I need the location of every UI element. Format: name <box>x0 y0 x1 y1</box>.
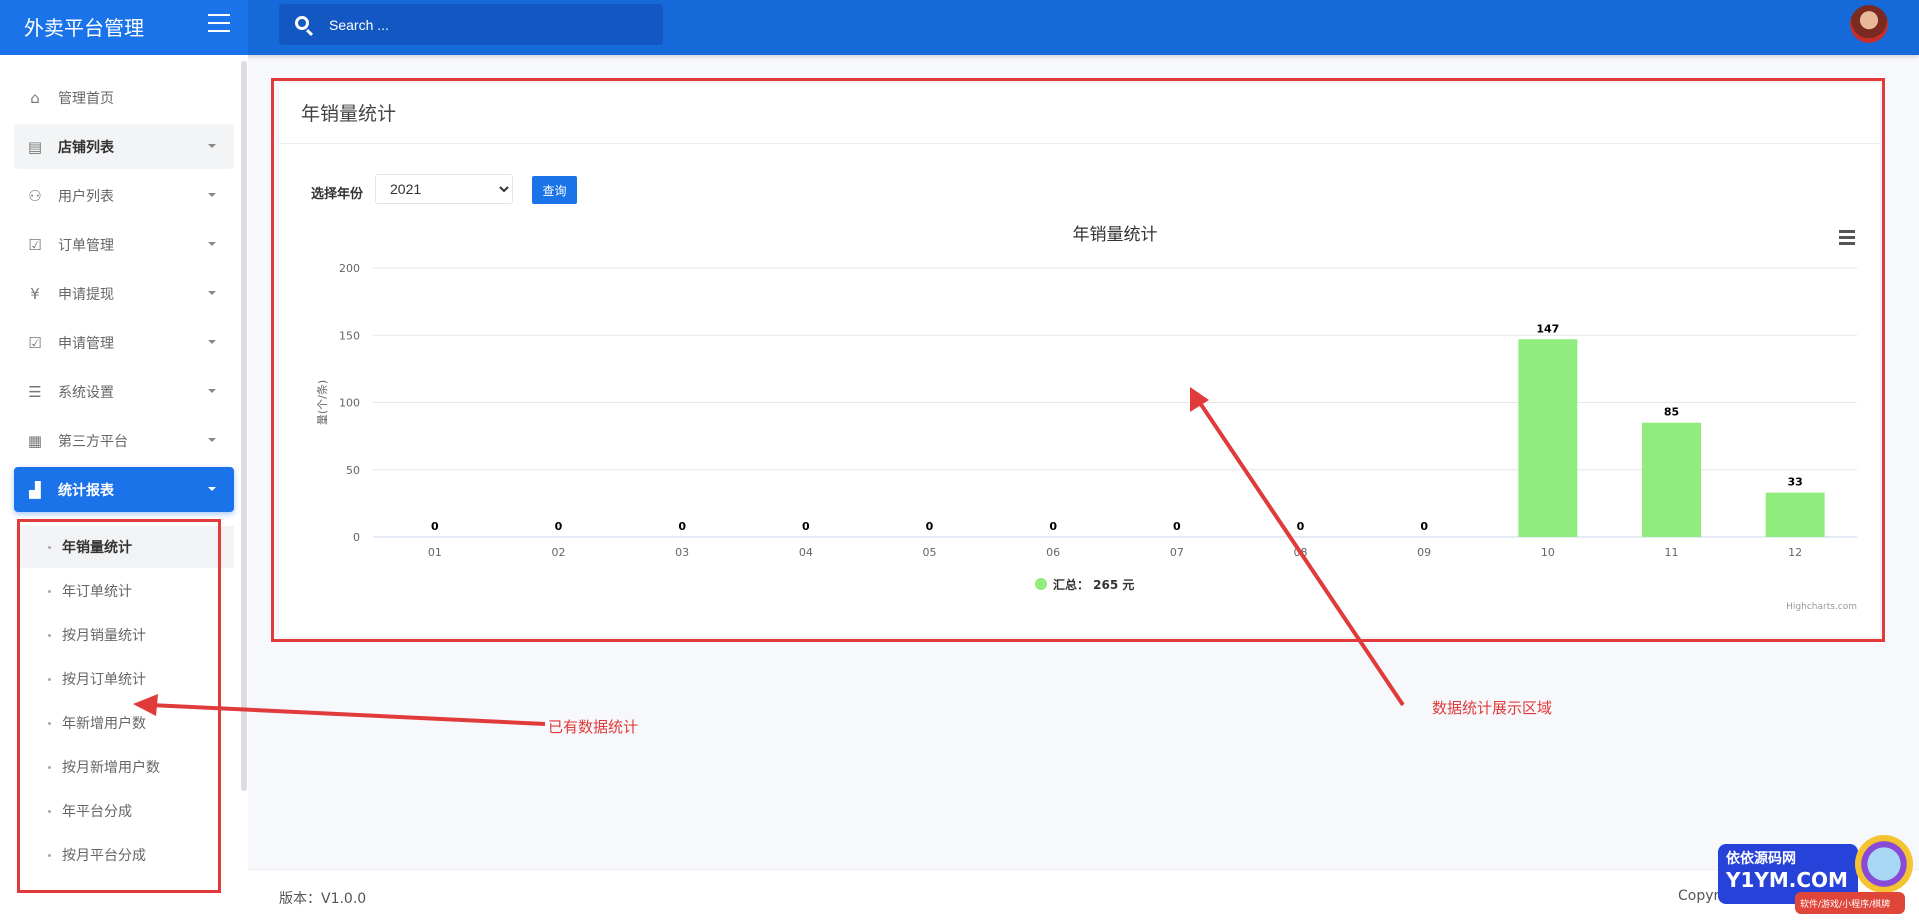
caret-down-icon <box>208 242 216 250</box>
annotation-sidebar-note: 已有数据统计 <box>548 718 639 736</box>
sidebar-item-7[interactable]: ☰ 系统设置 <box>14 369 234 414</box>
sidebar-item-label: 订单管理 <box>58 237 114 254</box>
magnifier-icon <box>1855 835 1913 893</box>
clipboard-check-icon: ☑ <box>28 333 42 352</box>
annotation-box-main <box>271 78 1885 642</box>
sidebar-item-label: 第三方平台 <box>58 433 128 450</box>
search-box[interactable] <box>279 4 663 45</box>
store-icon: ▤ <box>27 137 43 156</box>
sidebar-item-label: 申请提现 <box>58 286 114 303</box>
grid-icon: ▦ <box>27 431 43 450</box>
annotation-main-note: 数据统计展示区域 <box>1432 699 1553 717</box>
sidebar-item-6[interactable]: ☑ 申请管理 <box>14 320 234 365</box>
users-icon: ⚇ <box>28 186 42 205</box>
search-icon <box>295 16 309 30</box>
sidebar-item-label: 系统设置 <box>58 384 114 401</box>
sidebar-item-label: 统计报表 <box>58 482 114 499</box>
version-text: 版本：V1.0.0 <box>279 891 367 907</box>
sidebar-item-3[interactable]: ⚇ 用户列表 <box>14 173 234 218</box>
yen-icon: ¥ <box>30 284 40 303</box>
avatar[interactable] <box>1850 5 1888 43</box>
sidebar-item-4[interactable]: ☑ 订单管理 <box>14 222 234 267</box>
sidebar-item-1[interactable]: ⌂ 管理首页 <box>14 75 234 120</box>
brand: 外卖平台管理 <box>0 0 248 55</box>
sliders-icon: ☰ <box>28 382 42 401</box>
watermark-line3: 软件/游戏/小程序/棋牌 <box>1795 892 1905 914</box>
annotation-box-sidebar <box>17 519 221 893</box>
watermark-line1: 依依源码网 <box>1726 851 1796 867</box>
sidebar-item-label: 申请管理 <box>58 335 114 352</box>
sidebar-item-2[interactable]: ▤ 店铺列表 <box>14 124 234 169</box>
caret-down-icon <box>208 340 216 348</box>
sidebar-item-8[interactable]: ▦ 第三方平台 <box>14 418 234 463</box>
caret-down-icon <box>208 389 216 397</box>
sidebar-item-label: 管理首页 <box>58 90 114 107</box>
caret-down-icon <box>208 487 216 495</box>
search-input[interactable] <box>329 4 649 45</box>
watermark-logo: 依依源码网 Y1YM.COM 软件/游戏/小程序/棋牌 <box>1700 830 1919 920</box>
hamburger-menu-icon[interactable] <box>208 14 230 32</box>
brand-title: 外卖平台管理 <box>24 16 144 40</box>
sidebar-item-label: 店铺列表 <box>58 139 114 156</box>
top-header: 外卖平台管理 <box>0 0 1919 55</box>
caret-down-icon <box>208 291 216 299</box>
footer: 版本：V1.0.0 Copyr <box>248 869 1919 920</box>
sidebar-item-5[interactable]: ¥ 申请提现 <box>14 271 234 316</box>
caret-down-icon <box>208 144 216 152</box>
bar-chart-icon: ▟ <box>29 480 41 499</box>
clipboard-check-icon: ☑ <box>28 235 42 254</box>
caret-down-icon <box>208 193 216 201</box>
sidebar-item-9[interactable]: ▟ 统计报表 <box>14 467 234 512</box>
sidebar-scrollbar[interactable] <box>241 61 247 791</box>
home-icon: ⌂ <box>30 88 40 107</box>
sidebar-item-label: 用户列表 <box>58 188 114 205</box>
caret-down-icon <box>208 438 216 446</box>
watermark-line2: Y1YM.COM <box>1726 868 1848 892</box>
